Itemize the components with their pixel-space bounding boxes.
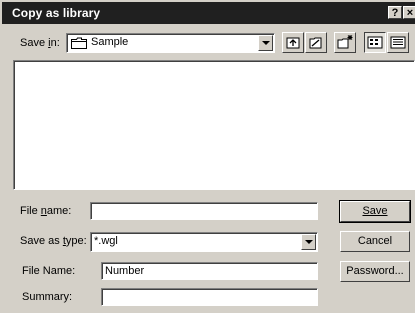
list-view-button[interactable]	[364, 32, 386, 53]
chevron-down-icon	[305, 240, 313, 244]
library-name-value: Number	[105, 265, 145, 277]
summary-input[interactable]	[101, 288, 318, 306]
save-in-value: Sample	[91, 36, 129, 48]
library-name-input[interactable]: Number	[101, 262, 318, 280]
password-button[interactable]: Password...	[340, 261, 410, 282]
chevron-down-icon	[262, 41, 270, 45]
new-folder-icon	[337, 35, 353, 49]
up-one-level-button[interactable]	[282, 32, 304, 53]
save-as-type-value: *.wgl	[94, 235, 118, 247]
folder-arrow-icon	[309, 37, 322, 49]
list-view-icon	[367, 36, 383, 49]
cancel-button[interactable]: Cancel	[340, 231, 410, 252]
close-button[interactable]: ×	[403, 6, 415, 19]
window-title: Copy as library	[12, 6, 101, 20]
save-button[interactable]: Save	[339, 200, 411, 223]
save-as-type-dropdown-button[interactable]	[301, 234, 316, 250]
help-button[interactable]: ?	[388, 6, 402, 19]
copy-as-library-dialog: Copy as library ? × Save in: Sample File…	[0, 0, 415, 313]
save-as-type-dropdown[interactable]: *.wgl	[90, 232, 318, 252]
save-in-dropdown[interactable]: Sample	[66, 33, 275, 53]
file-name-input[interactable]	[90, 202, 318, 220]
save-as-type-label: Save as type:	[20, 235, 87, 247]
up-folder-icon	[286, 37, 300, 49]
go-to-last-folder-button[interactable]	[305, 32, 327, 53]
file-list[interactable]	[13, 60, 415, 190]
summary-label: Summary:	[22, 291, 73, 303]
save-in-dropdown-button[interactable]	[258, 35, 273, 51]
details-view-button[interactable]	[387, 32, 409, 53]
title-bar[interactable]: Copy as library ? ×	[2, 2, 415, 24]
details-view-icon	[390, 36, 406, 49]
folder-icon	[71, 37, 88, 52]
file-name-label: File name:	[20, 205, 72, 217]
save-in-label: Save in:	[20, 37, 60, 49]
library-name-label: File Name:	[22, 265, 76, 277]
create-new-folder-button[interactable]	[334, 32, 356, 53]
